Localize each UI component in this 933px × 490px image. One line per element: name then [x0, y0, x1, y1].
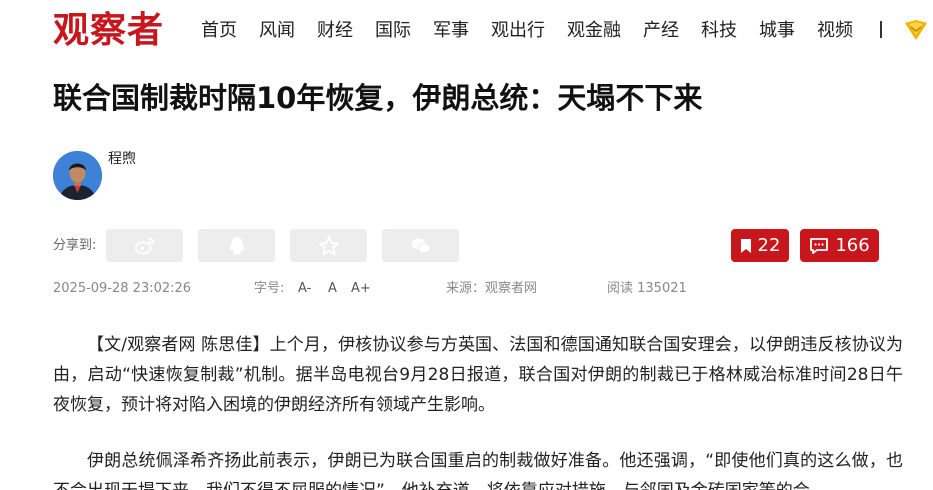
share-wechat-button[interactable] — [382, 229, 459, 262]
qq-icon — [229, 236, 244, 254]
bookmark-count: 22 — [757, 235, 781, 256]
nav-item-home[interactable]: 首页 — [201, 18, 237, 44]
font-size-decrease-button[interactable]: A- — [298, 280, 311, 298]
share-qzone-button[interactable] — [290, 229, 367, 262]
main-nav: 首页 风闻 财经 国际 军事 观出行 观金融 产经 科技 城事 视频 — [201, 18, 875, 44]
qzone-star-icon — [318, 235, 339, 255]
nav-item-fintech[interactable]: 观金融 — [567, 18, 621, 44]
vip-badge-icon[interactable] — [903, 19, 929, 41]
article-paragraph: 【文/观察者网 陈思佳】上个月，伊核协议参与方英国、法国和德国通知联合国安理会，… — [53, 335, 903, 415]
nav-item-video[interactable]: 视频 — [817, 18, 853, 44]
comment-button[interactable]: 166 — [800, 229, 879, 262]
nav-item-industry[interactable]: 产经 — [643, 18, 679, 44]
nav-item-travel[interactable]: 观出行 — [491, 18, 545, 44]
article-title: 联合国制裁时隔10年恢复，伊朗总统：天塌不下来 — [53, 81, 703, 115]
article-source: 来源：观察者网 — [446, 281, 538, 296]
font-size-label: 字号: — [254, 281, 285, 296]
share-label: 分享到: — [53, 238, 97, 253]
bookmark-button[interactable]: 22 — [731, 229, 789, 262]
article-paragraph: 伊朗总统佩泽希齐扬此前表示，伊朗已为联合国重启的制裁做好准备。他还强调，“即使他… — [53, 451, 903, 490]
font-size-increase-button[interactable]: A+ — [351, 280, 371, 298]
nav-item-city[interactable]: 城事 — [759, 18, 795, 44]
share-weibo-button[interactable] — [106, 229, 183, 262]
comment-icon — [810, 237, 829, 254]
publish-datetime: 2025-09-28 23:02:26 — [53, 281, 192, 296]
weibo-icon — [134, 237, 154, 254]
nav-item-tech[interactable]: 科技 — [701, 18, 737, 44]
author-avatar[interactable] — [53, 151, 102, 200]
nav-item-finance[interactable]: 财经 — [317, 18, 353, 44]
author-name[interactable]: 程煦 — [108, 150, 136, 168]
font-size-default-button[interactable]: A — [328, 280, 337, 298]
comment-count: 166 — [835, 235, 870, 256]
share-qq-button[interactable] — [198, 229, 275, 262]
nav-separator — [880, 21, 882, 38]
nav-item-military[interactable]: 军事 — [433, 18, 469, 44]
site-logo[interactable]: 观察者 — [53, 8, 164, 52]
read-count: 阅读 135021 — [607, 281, 687, 296]
nav-item-fengwen[interactable]: 风闻 — [259, 18, 295, 44]
nav-item-international[interactable]: 国际 — [375, 18, 411, 44]
wechat-icon — [411, 238, 431, 253]
bookmark-icon — [740, 238, 751, 253]
